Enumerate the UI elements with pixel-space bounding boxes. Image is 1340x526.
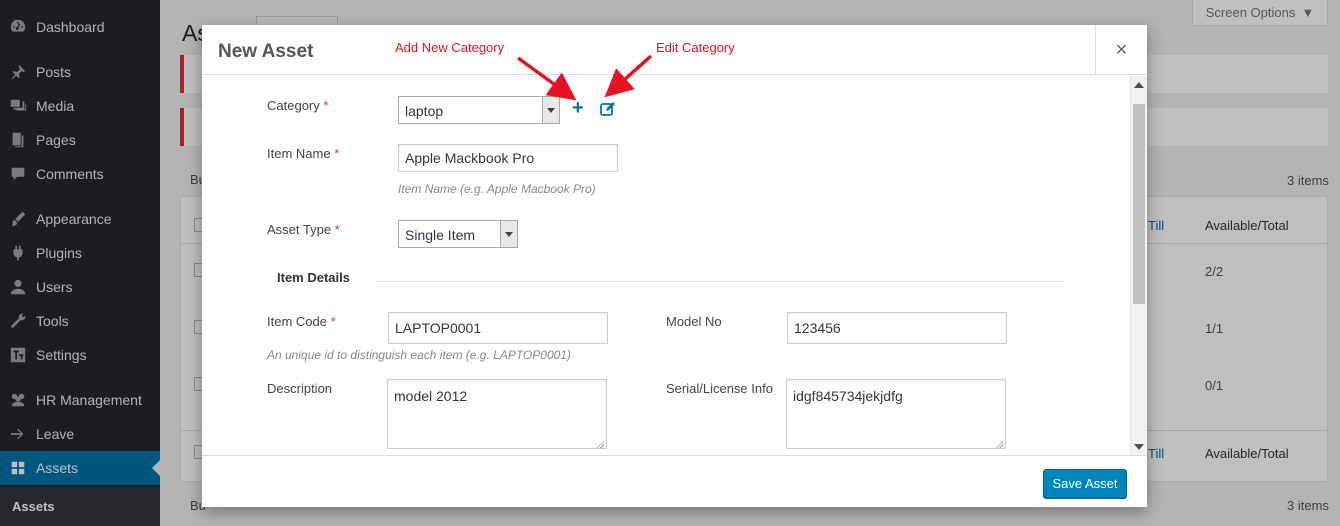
modal-body: Category * laptop + Item Name * Item Nam… <box>202 76 1147 456</box>
item-name-input[interactable] <box>398 144 618 172</box>
serial-license-textarea[interactable]: idgf845734jekjdfg <box>786 379 1006 449</box>
modal-title: New Asset <box>218 41 314 62</box>
serial-license-label: Serial/License Info <box>666 381 773 396</box>
scroll-down-icon[interactable] <box>1134 444 1144 450</box>
section-divider <box>377 281 1065 282</box>
description-textarea[interactable]: model 2012 <box>387 379 607 449</box>
item-code-label: Item Code * <box>267 314 336 329</box>
scroll-up-icon[interactable] <box>1134 82 1144 88</box>
edit-category-icon[interactable] <box>599 100 617 118</box>
item-name-hint: Item Name (e.g. Apple Macbook Pro) <box>398 182 596 196</box>
model-no-input[interactable] <box>787 312 1007 344</box>
serial-wrapper: idgf845734jekjdfg <box>786 379 1006 451</box>
modal-footer: Save Asset <box>202 455 1147 507</box>
category-label: Category * <box>267 98 329 113</box>
item-code-hint: An unique id to distinguish each item (e… <box>267 348 571 362</box>
resize-grip-icon[interactable] <box>596 440 604 448</box>
chevron-down-icon <box>542 97 559 123</box>
category-select[interactable]: laptop <box>398 96 560 124</box>
annotation-edit-category: Edit Category <box>656 40 735 55</box>
modal-scrollbar[interactable] <box>1130 76 1147 456</box>
asset-type-label: Asset Type * <box>267 222 340 237</box>
asset-type-value: Single Item <box>405 227 476 243</box>
model-no-label: Model No <box>666 314 722 329</box>
add-category-plus-icon[interactable]: + <box>572 98 588 118</box>
scrollbar-thumb[interactable] <box>1133 104 1145 304</box>
item-details-heading: Item Details <box>277 270 350 285</box>
annotation-add-new-category: Add New Category <box>395 40 505 55</box>
resize-grip-icon[interactable] <box>995 440 1003 448</box>
item-code-input[interactable] <box>388 312 608 344</box>
description-label: Description <box>267 381 333 396</box>
category-value: laptop <box>405 103 444 119</box>
description-wrapper: model 2012 <box>387 379 607 451</box>
close-icon: × <box>1115 38 1128 61</box>
new-asset-modal: New Asset × Category * laptop + Item Nam… <box>202 25 1147 507</box>
chevron-down-icon <box>500 221 517 247</box>
save-asset-button[interactable]: Save Asset <box>1043 469 1127 498</box>
close-button[interactable]: × <box>1095 25 1147 75</box>
item-name-label: Item Name * <box>267 146 340 161</box>
asset-type-select[interactable]: Single Item <box>398 220 518 248</box>
